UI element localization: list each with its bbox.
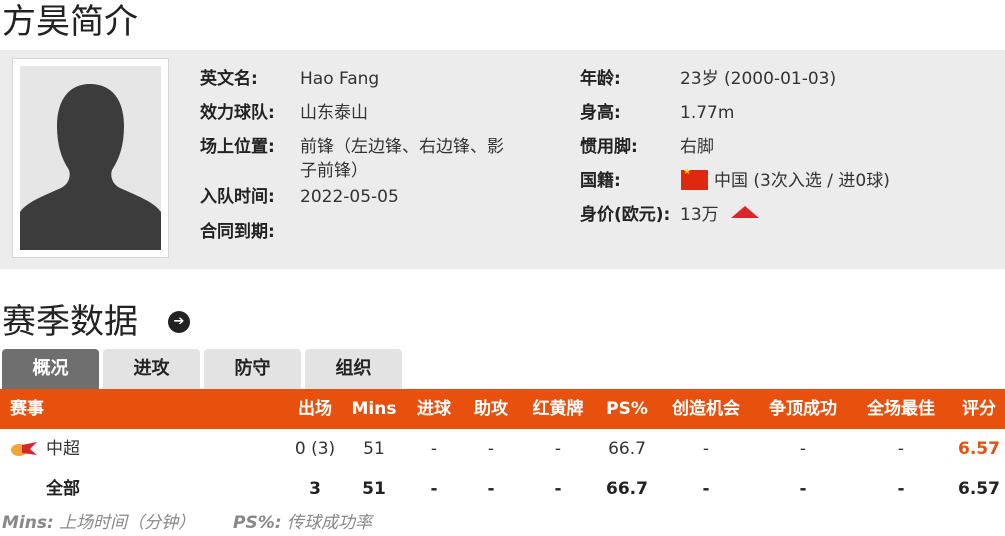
joined-label: 入队时间: bbox=[200, 187, 275, 207]
chances-value: - bbox=[702, 479, 710, 499]
col-competition: 赛事 bbox=[10, 399, 44, 419]
col-aerials-won[interactable]: 争顶成功 bbox=[761, 389, 845, 429]
arrow-right-circle-icon[interactable]: ➔ bbox=[168, 311, 190, 333]
footnote-mins-key: Mins: bbox=[2, 513, 54, 533]
height-value: 1.77m bbox=[680, 103, 735, 123]
col-cards[interactable]: 红黄牌 bbox=[525, 389, 591, 429]
rating-value: 6.57 bbox=[958, 439, 1000, 459]
market-value: 13万 bbox=[680, 205, 719, 225]
goals-value: - bbox=[430, 479, 438, 499]
market-value-label: 身价(欧元): bbox=[580, 205, 671, 225]
nationality-label: 国籍: bbox=[580, 171, 621, 191]
table-row: 全部 3 51 - - - 66.7 - - - 6.57 bbox=[0, 469, 1005, 509]
pass-pct-value: 66.7 bbox=[606, 479, 648, 499]
chances-value: - bbox=[702, 439, 710, 459]
footnote-ps-key: PS%: bbox=[233, 513, 282, 533]
flag-star-icon: ★ bbox=[683, 167, 692, 177]
china-flag-icon: ★ bbox=[681, 167, 708, 190]
age-label: 年龄: bbox=[580, 69, 621, 89]
col-rating[interactable]: 评分 bbox=[956, 389, 1002, 429]
stats-table-header: 赛事 出场 Mins 进球 助攻 红黄牌 PS% 创造机会 争顶成功 全场最佳 … bbox=[0, 389, 1005, 429]
col-chances-created[interactable]: 创造机会 bbox=[664, 389, 748, 429]
tab-attack[interactable]: 进攻 bbox=[103, 349, 200, 389]
player-profile-panel: 英文名: Hao Fang 效力球队: 山东泰山 场上位置: 前锋（左边锋、右边… bbox=[0, 50, 1005, 269]
goals-value: - bbox=[430, 439, 438, 459]
tab-defense[interactable]: 防守 bbox=[204, 349, 301, 389]
assists-value: - bbox=[487, 479, 495, 499]
motm-value: - bbox=[897, 439, 905, 459]
competition-name: 全部 bbox=[46, 479, 80, 499]
joined-value: 2022-05-05 bbox=[300, 187, 399, 207]
aerials-value: - bbox=[799, 479, 807, 499]
page-title: 方昊简介 bbox=[2, 2, 138, 42]
league-logo-icon bbox=[11, 442, 37, 456]
trend-up-icon bbox=[731, 206, 759, 218]
club-label: 效力球队: bbox=[200, 103, 275, 123]
mins-value: 51 bbox=[363, 439, 385, 459]
col-apps[interactable]: 出场 bbox=[290, 389, 340, 429]
contract-label: 合同到期: bbox=[200, 222, 275, 242]
nationality-value[interactable]: 中国 (3次入选 / 进0球) bbox=[714, 169, 890, 193]
apps-value: 0 (3) bbox=[294, 439, 336, 459]
position-label: 场上位置: bbox=[200, 137, 275, 157]
footnote-mins-desc: 上场时间（分钟） bbox=[59, 513, 196, 533]
foot-value: 右脚 bbox=[680, 137, 714, 157]
competition-name[interactable]: 中超 bbox=[46, 429, 80, 469]
avatar-placeholder bbox=[20, 66, 161, 250]
age-value: 23岁 (2000-01-03) bbox=[680, 69, 837, 89]
tab-organization[interactable]: 组织 bbox=[305, 349, 402, 389]
mins-value: 51 bbox=[362, 479, 386, 499]
col-pass-pct[interactable]: PS% bbox=[600, 389, 654, 429]
col-assists[interactable]: 助攻 bbox=[467, 389, 515, 429]
footnote-ps-desc: 传球成功率 bbox=[286, 513, 372, 533]
season-stats-title: 赛季数据 bbox=[2, 302, 138, 342]
english-name-label: 英文名: bbox=[200, 69, 258, 89]
table-row: 中超 0 (3) 51 - - - 66.7 - - - 6.57 bbox=[0, 429, 1005, 469]
english-name-value: Hao Fang bbox=[300, 69, 380, 89]
motm-value: - bbox=[897, 479, 905, 499]
cards-value: - bbox=[554, 479, 562, 499]
col-man-of-match[interactable]: 全场最佳 bbox=[859, 389, 943, 429]
player-photo bbox=[12, 58, 169, 258]
assists-value: - bbox=[487, 439, 495, 459]
position-value-line2: 子前锋） bbox=[300, 161, 368, 181]
person-silhouette-icon bbox=[20, 66, 161, 250]
foot-label: 惯用脚: bbox=[580, 137, 638, 157]
club-value[interactable]: 山东泰山 bbox=[300, 101, 368, 125]
position-value-line1: 前锋（左边锋、右边锋、影 bbox=[300, 137, 504, 157]
table-footnote: Mins: 上场时间（分钟） PS%: 传球成功率 bbox=[2, 512, 372, 534]
pass-pct-value: 66.7 bbox=[608, 439, 646, 459]
aerials-value: - bbox=[799, 439, 807, 459]
cards-value: - bbox=[554, 439, 562, 459]
rating-value: 6.57 bbox=[958, 479, 1000, 499]
apps-value: 3 bbox=[309, 479, 321, 499]
tab-overview[interactable]: 概况 bbox=[2, 349, 99, 389]
col-goals[interactable]: 进球 bbox=[410, 389, 458, 429]
col-mins[interactable]: Mins bbox=[348, 389, 400, 429]
height-label: 身高: bbox=[580, 103, 621, 123]
